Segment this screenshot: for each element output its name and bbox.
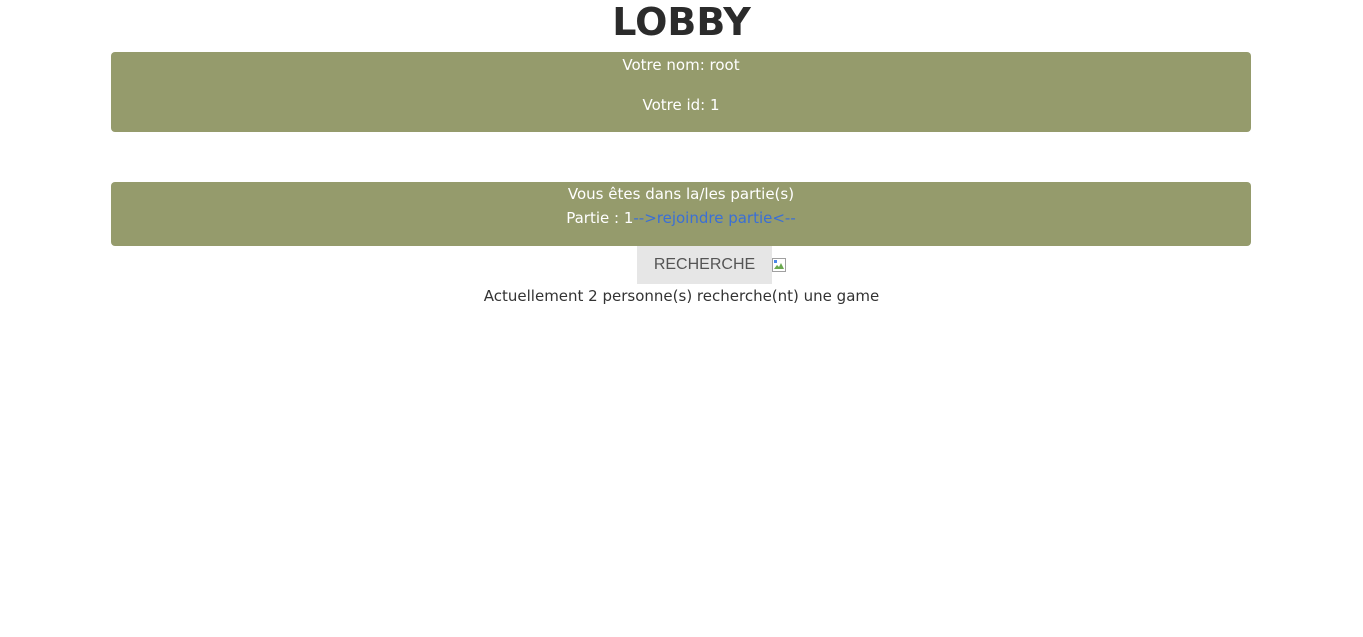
join-game-link[interactable]: -->rejoindre partie<-- <box>633 209 795 227</box>
search-button[interactable]: RECHERCHE <box>636 246 773 284</box>
user-name-text: Votre nom: root <box>622 56 740 74</box>
games-heading: Vous êtes dans la/les partie(s) <box>567 185 795 203</box>
game-row: Partie : 1-->rejoindre partie<-- <box>111 207 1251 229</box>
lobby-page: LOBBY Votre nom: root Votre id: 1 Vous ê… <box>0 0 1363 637</box>
search-row: RECHERCHE <box>0 246 1363 284</box>
broken-image-icon <box>772 258 787 272</box>
game-label: Partie : 1 <box>566 209 634 227</box>
user-id-text: Votre id: 1 <box>642 96 720 114</box>
searching-count-text: Actuellement 2 personne(s) recherche(nt)… <box>483 287 880 305</box>
user-info-panel: Votre nom: root Votre id: 1 <box>111 52 1251 132</box>
page-title: LOBBY <box>612 0 751 44</box>
games-panel: Vous êtes dans la/les partie(s) Partie :… <box>111 182 1251 246</box>
